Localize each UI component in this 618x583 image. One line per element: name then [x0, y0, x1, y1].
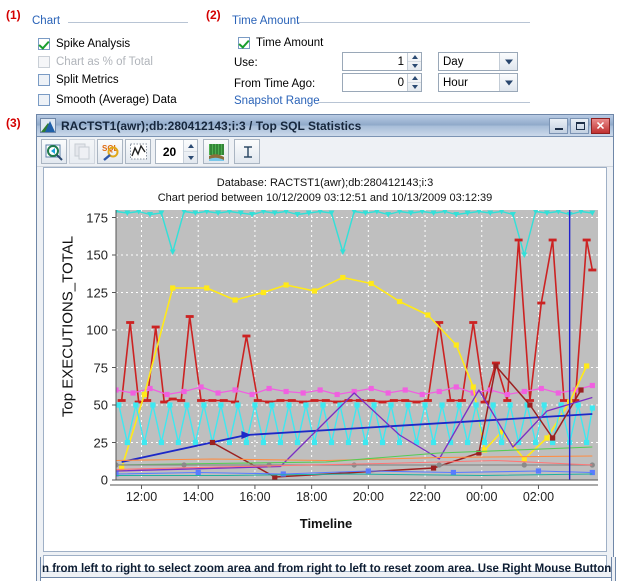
callout-3: (3) [6, 116, 21, 130]
chart-count-value[interactable]: 20 [156, 140, 183, 163]
window-titlebar[interactable]: RACTST1(awr);db:280412143;i:3 / Top SQL … [37, 115, 613, 137]
x-axis-label: Timeline [44, 516, 608, 531]
use-unit-select[interactable]: Day [438, 52, 518, 71]
from-time-ago-value[interactable]: 0 [343, 74, 407, 91]
chart-count-stepper[interactable]: 20 [155, 139, 198, 164]
checkbox-chart-as-percent: Chart as % of Total [38, 56, 153, 68]
x-tick-6: 00:00 [466, 490, 497, 504]
checkbox-spike-analysis-box[interactable] [38, 38, 50, 50]
callout-1: (1) [6, 8, 21, 22]
from-time-ago-down-icon[interactable] [408, 83, 421, 91]
from-time-ago-label: From Time Ago: [234, 78, 315, 90]
minimize-button[interactable] [549, 118, 568, 134]
chart-section-rule [68, 22, 188, 23]
chart-count-up-icon[interactable] [184, 140, 197, 152]
y-tick-150: 150 [86, 248, 108, 263]
snapshot-range-title[interactable]: Snapshot Range [234, 95, 320, 107]
window-buttons: ✕ [549, 118, 610, 134]
x-tick-1: 14:00 [183, 490, 214, 504]
chevron-down-icon-2[interactable] [499, 74, 517, 91]
show-sql-icon[interactable]: SQL [97, 139, 123, 164]
checkbox-time-amount[interactable]: Time Amount [238, 37, 323, 49]
y-tick-25: 25 [94, 435, 108, 450]
y-tick-75: 75 [94, 360, 108, 375]
y-tick-125: 125 [86, 285, 108, 300]
from-time-ago-up-icon[interactable] [408, 74, 421, 83]
time-section-title: Time Amount [232, 15, 299, 27]
checkbox-spike-analysis-label: Spike Analysis [56, 38, 130, 50]
use-amount-down-icon[interactable] [408, 62, 421, 70]
copy-icon [69, 139, 95, 164]
x-tick-0: 12:00 [126, 490, 157, 504]
checkbox-chart-as-percent-label: Chart as % of Total [56, 56, 153, 68]
use-amount-arrows[interactable] [407, 53, 421, 70]
window-title: RACTST1(awr);db:280412143;i:3 / Top SQL … [61, 119, 544, 133]
chart-window: RACTST1(awr);db:280412143;i:3 / Top SQL … [36, 114, 614, 578]
chevron-down-icon[interactable] [499, 53, 517, 70]
x-tick-5: 22:00 [409, 490, 440, 504]
y-axis-label: Top EXECUTIONS_TOTAL [60, 227, 77, 427]
checkbox-spike-analysis[interactable]: Spike Analysis [38, 38, 130, 50]
chart-count-arrows[interactable] [183, 140, 197, 163]
x-tick-3: 18:00 [296, 490, 327, 504]
close-button[interactable]: ✕ [591, 118, 610, 134]
chart-toolbar: SQL 20 [37, 137, 613, 167]
checkbox-time-amount-box[interactable] [238, 37, 250, 49]
use-unit-value: Day [439, 56, 499, 68]
x-tick-7: 02:00 [523, 490, 554, 504]
use-amount-up-icon[interactable] [408, 53, 421, 62]
snapshot-range-rule [318, 102, 530, 103]
app-root: (1) Chart Spike Analysis Chart as % of T… [0, 0, 618, 583]
from-time-ago-unit-select[interactable]: Hour [438, 73, 518, 92]
checkbox-split-metrics-box[interactable] [38, 74, 50, 86]
checkbox-time-amount-label: Time Amount [256, 37, 323, 49]
chart-section-title: Chart [32, 15, 60, 27]
plot-wrapper: Top EXECUTIONS_TOTAL 0 25 50 75 100 125 150 175… [44, 168, 608, 553]
time-section-rule [298, 22, 530, 23]
callout-2: (2) [206, 8, 221, 22]
from-time-ago-arrows[interactable] [407, 74, 421, 91]
zoom-chart-icon[interactable] [41, 139, 67, 164]
y-tick-50: 50 [94, 398, 108, 413]
bar-chart-icon[interactable] [203, 139, 229, 164]
y-tick-175: 175 [86, 210, 108, 225]
x-tick-2: 16:00 [239, 490, 270, 504]
text-tool-icon[interactable] [234, 139, 260, 164]
chart-count-down-icon[interactable] [184, 152, 197, 163]
window-status-bottom: n from left to right to select zoom area… [0, 557, 618, 581]
x-tick-4: 20:00 [353, 490, 384, 504]
checkbox-split-metrics[interactable]: Split Metrics [38, 74, 119, 86]
line-chart-icon[interactable] [125, 139, 151, 164]
checkbox-smooth-average-data[interactable]: Smooth (Average) Data [38, 94, 177, 106]
checkbox-smooth-average-data-box[interactable] [38, 94, 50, 106]
use-amount-stepper[interactable]: 1 [342, 52, 422, 71]
y-tick-100: 100 [86, 323, 108, 338]
from-time-ago-stepper[interactable]: 0 [342, 73, 422, 92]
checkbox-split-metrics-label: Split Metrics [56, 74, 119, 86]
checkbox-smooth-average-data-label: Smooth (Average) Data [56, 94, 177, 106]
y-tick-0: 0 [101, 473, 108, 488]
maximize-button[interactable] [570, 118, 589, 134]
use-label: Use: [234, 57, 258, 69]
checkbox-chart-as-percent-box [38, 56, 50, 68]
chart-card: Database: RACTST1(awr);db:280412143;i:3 … [43, 167, 607, 552]
from-time-ago-unit-value: Hour [439, 77, 499, 89]
chart-window-icon [40, 118, 56, 133]
use-amount-value[interactable]: 1 [343, 53, 407, 70]
